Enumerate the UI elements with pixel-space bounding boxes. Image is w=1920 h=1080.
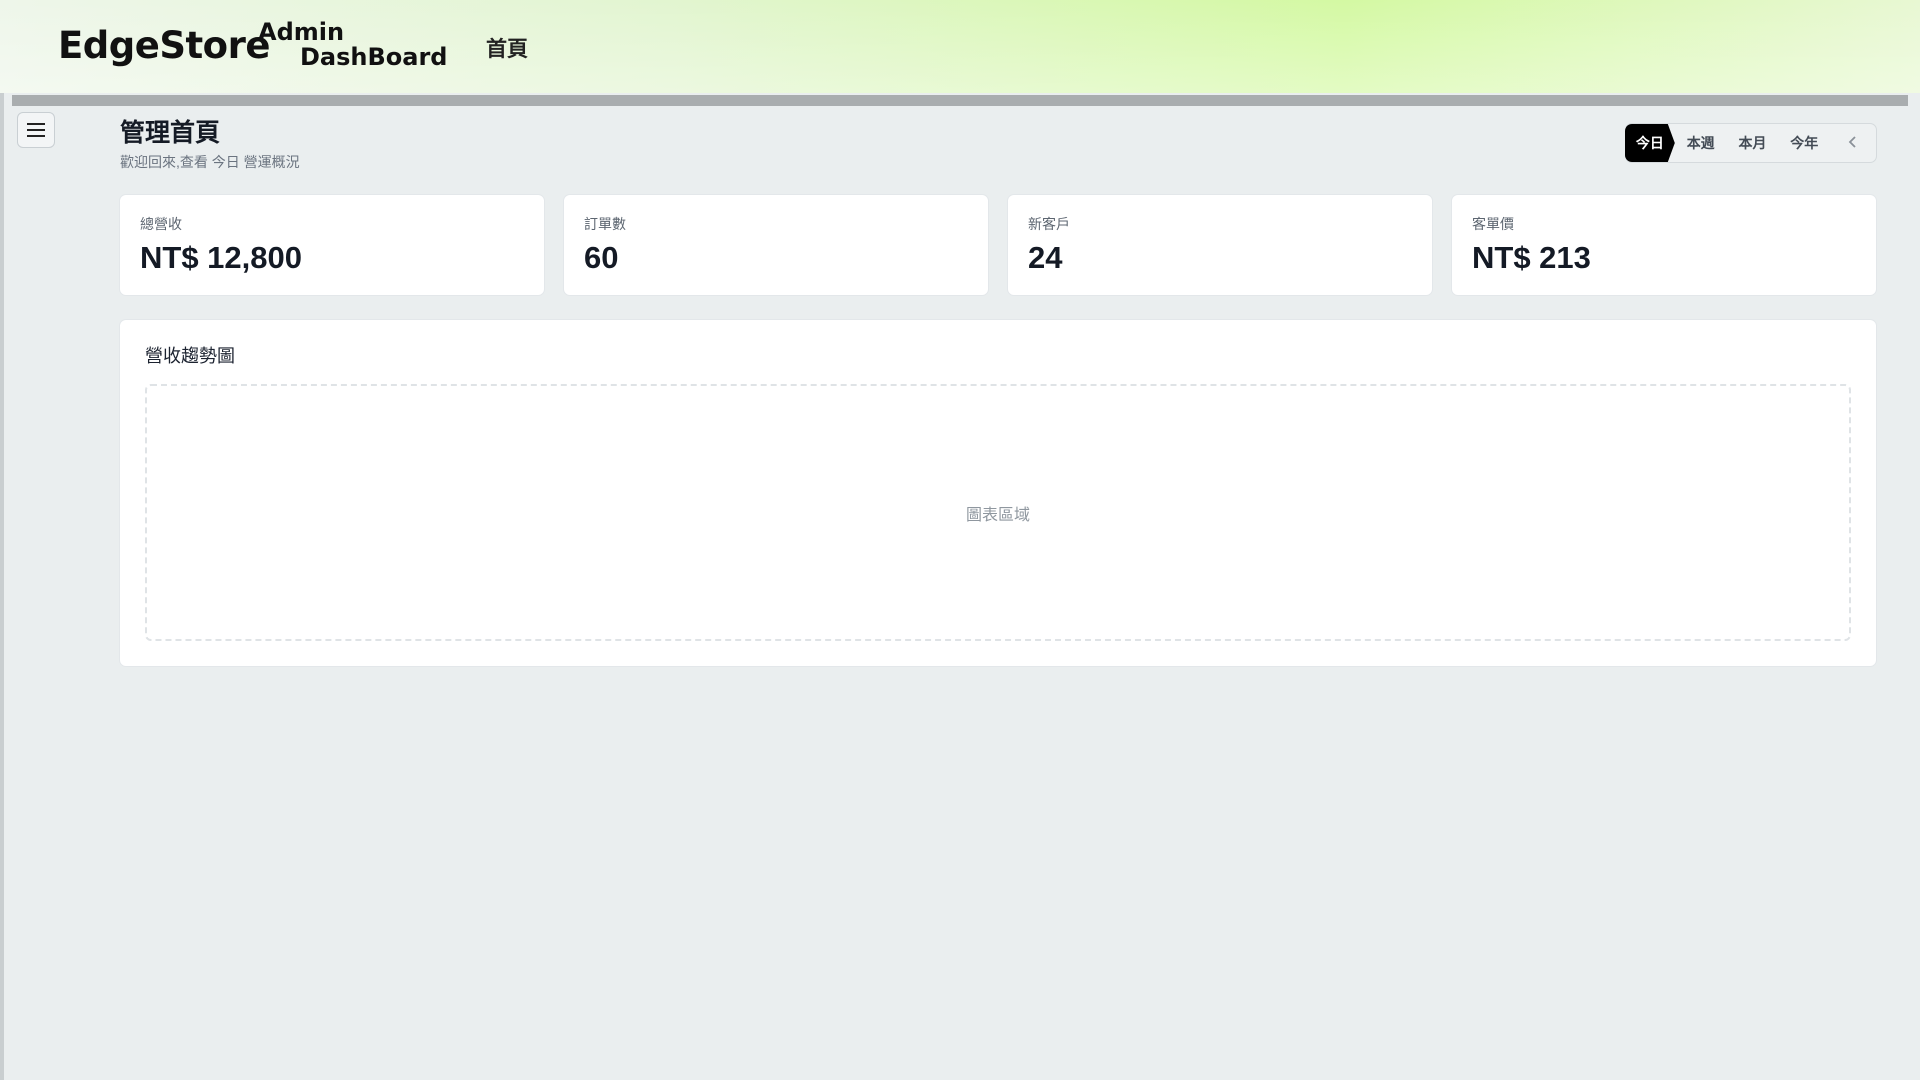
- range-month-tab[interactable]: 本月: [1727, 124, 1779, 162]
- chevron-left-icon: [1848, 135, 1858, 152]
- stat-card-total-revenue: 總營收 NT$ 12,800: [120, 195, 544, 295]
- brand-subtitle: Admin DashBoard: [258, 20, 447, 70]
- chart-placeholder-text: 圖表區域: [965, 506, 1030, 524]
- page-subtitle: 歡迎回來,查看 今日 營運概況: [120, 154, 300, 170]
- page-title: 管理首頁: [120, 119, 221, 147]
- hamburger-menu-icon: [27, 123, 45, 137]
- range-year-tab[interactable]: 今年: [1778, 124, 1830, 162]
- top-header: EdgeStore Admin DashBoard 首頁: [0, 0, 1920, 93]
- stat-card-new-customers: 新客戶 24: [1008, 195, 1432, 295]
- revenue-trend-card: 營收趨勢圖 圖表區域: [120, 320, 1876, 666]
- stat-label: 訂單數: [584, 216, 626, 232]
- sidebar-toggle-button[interactable]: [17, 112, 55, 148]
- range-week-tab[interactable]: 本週: [1675, 124, 1727, 162]
- date-range-switch: 今日 本週 本月 今年: [1625, 123, 1877, 163]
- stat-value: 24: [1028, 240, 1063, 275]
- stat-card-orders: 訂單數 60: [564, 195, 988, 295]
- loading-progress-bar: [12, 95, 1908, 106]
- stat-value: NT$ 213: [1472, 240, 1591, 275]
- chart-title: 營收趨勢圖: [145, 346, 235, 366]
- left-divider: [0, 93, 4, 1080]
- brand-subtitle-line2: DashBoard: [300, 43, 448, 71]
- range-back-button[interactable]: [1830, 124, 1876, 162]
- stat-value: 60: [584, 240, 619, 275]
- nav-home-link[interactable]: 首頁: [486, 33, 528, 63]
- brand-logo[interactable]: EdgeStore: [58, 24, 270, 67]
- stats-row: 總營收 NT$ 12,800 訂單數 60 新客戶 24 客單價 NT$ 213: [120, 195, 1876, 295]
- stat-value: NT$ 12,800: [140, 240, 302, 275]
- stat-label: 總營收: [140, 216, 182, 232]
- stat-label: 新客戶: [1028, 216, 1070, 232]
- chart-placeholder-area: 圖表區域: [145, 384, 1851, 641]
- range-today-tab[interactable]: 今日: [1625, 124, 1675, 162]
- stat-card-avg-order-value: 客單價 NT$ 213: [1452, 195, 1876, 295]
- brand-subtitle-line1: Admin: [258, 18, 345, 46]
- stat-label: 客單價: [1472, 216, 1514, 232]
